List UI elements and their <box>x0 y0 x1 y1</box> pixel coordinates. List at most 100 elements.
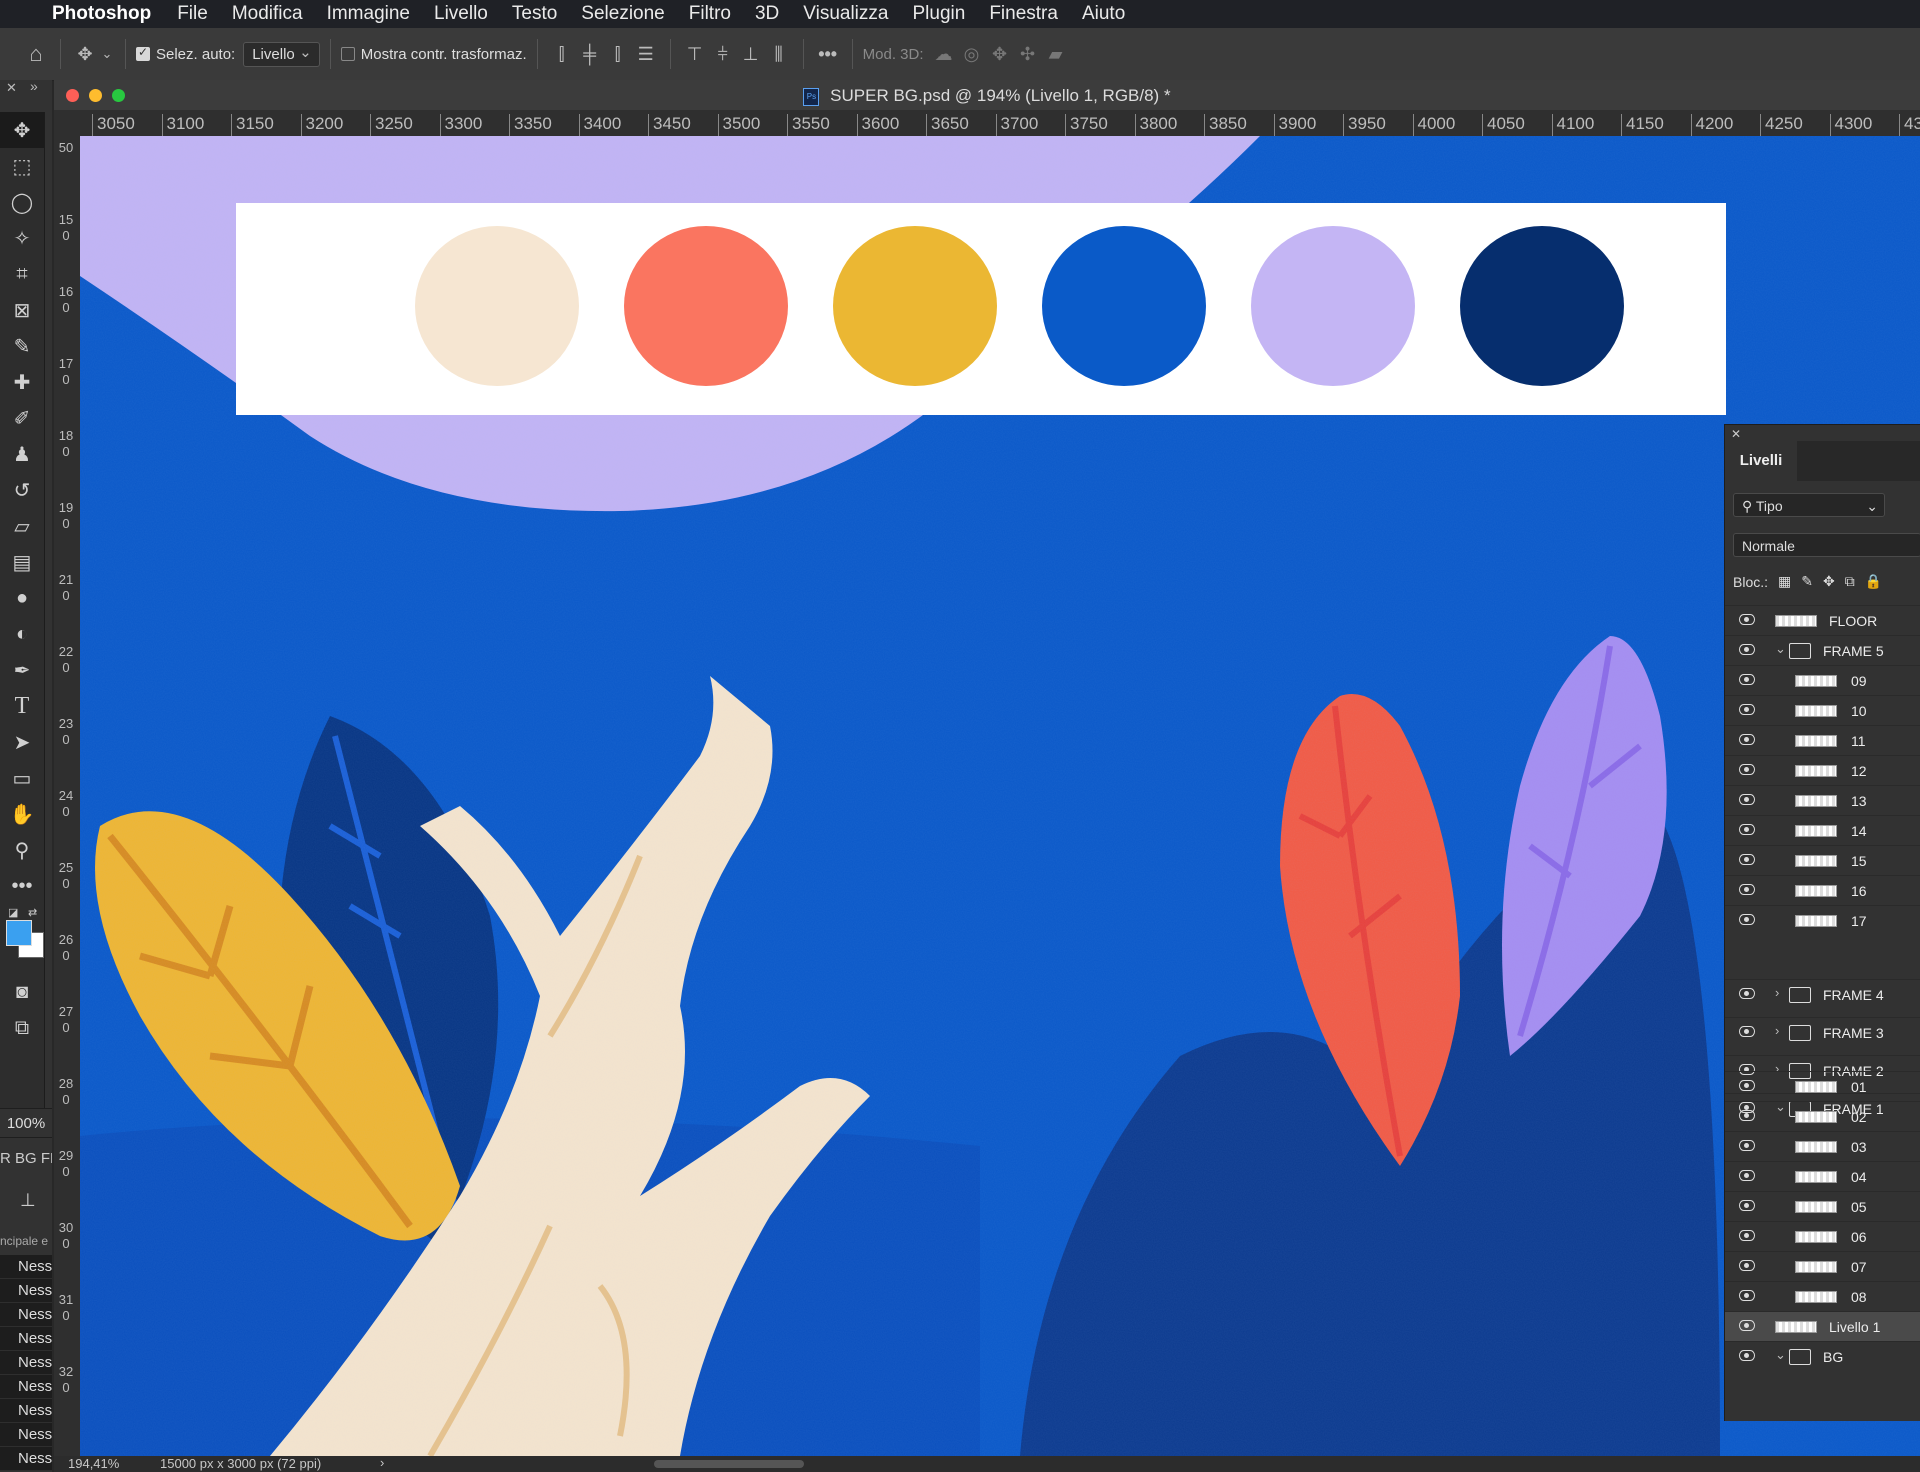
menu-livello[interactable]: Livello <box>434 3 488 25</box>
visibility-eye-icon[interactable] <box>1739 794 1755 805</box>
move-tool-icon[interactable]: ✥ <box>71 40 99 68</box>
layer-row[interactable]: 17 <box>1725 905 1920 936</box>
visibility-eye-icon[interactable] <box>1739 824 1755 835</box>
visibility-eye-icon[interactable] <box>1739 1140 1755 1151</box>
visibility-eye-icon[interactable] <box>1739 734 1755 745</box>
visibility-eye-icon[interactable] <box>1739 674 1755 685</box>
screen-mode-icon[interactable]: ⧉ <box>0 1010 44 1046</box>
roll-3d-icon[interactable]: ◎ <box>958 40 986 68</box>
visibility-eye-icon[interactable] <box>1739 1200 1755 1211</box>
eraser-tool-icon[interactable]: ▱ <box>0 508 44 544</box>
layer-row[interactable]: 14 <box>1725 815 1920 846</box>
move-tool-icon[interactable]: ✥ <box>0 112 44 148</box>
visibility-eye-icon[interactable] <box>1739 1026 1755 1037</box>
history-item[interactable]: Nessu <box>0 1279 52 1303</box>
distribute-horizontal-icon[interactable]: ⫼ <box>765 40 793 68</box>
lock-transparency-icon[interactable]: ▦ <box>1778 573 1791 590</box>
app-name-menu[interactable]: Photoshop <box>52 3 151 25</box>
auto-select-dropdown[interactable]: Livello <box>243 41 320 67</box>
type-tool-icon[interactable]: T <box>0 688 44 724</box>
align-right-icon[interactable]: ⫿ <box>604 40 632 68</box>
pan-3d-icon[interactable]: ✥ <box>986 40 1014 68</box>
layer-row[interactable]: 03 <box>1725 1131 1920 1162</box>
visibility-eye-icon[interactable] <box>1739 1290 1755 1301</box>
visibility-eye-icon[interactable] <box>1739 764 1755 775</box>
more-options-button[interactable]: ••• <box>814 40 842 68</box>
align-bottom-icon[interactable]: ⊥ <box>737 40 765 68</box>
slide-3d-icon[interactable]: ✣ <box>1014 40 1042 68</box>
dodge-tool-icon[interactable]: ◐ <box>0 616 44 652</box>
layer-row[interactable]: ⌄ FRAME 5 <box>1725 635 1920 666</box>
history-brush-tool-icon[interactable]: ↺ <box>0 472 44 508</box>
lock-artboard-icon[interactable]: ⧉ <box>1845 573 1855 590</box>
default-colors-icon[interactable]: ◪ <box>8 906 18 919</box>
orbit-3d-icon[interactable]: ☁ <box>930 40 958 68</box>
align-left-icon[interactable]: ⫿ <box>548 40 576 68</box>
layer-filter-dropdown[interactable]: ⚲ Tipo ⌄ <box>1733 493 1885 517</box>
history-item[interactable]: Nessu <box>0 1375 52 1399</box>
visibility-eye-icon[interactable] <box>1739 1260 1755 1271</box>
chevron-down-icon[interactable]: ⌄ <box>99 40 115 68</box>
chevron-right-icon[interactable]: › <box>1775 1023 1779 1038</box>
visibility-eye-icon[interactable] <box>1739 1350 1755 1361</box>
layer-row[interactable]: › FRAME 3 <box>1725 1017 1920 1048</box>
quick-mask-icon[interactable]: ◙ <box>0 974 44 1010</box>
layer-row[interactable]: 12 <box>1725 755 1920 786</box>
stamp-tool-icon[interactable]: ♟ <box>0 436 44 472</box>
visibility-eye-icon[interactable] <box>1739 1110 1755 1121</box>
history-item[interactable]: Nessu <box>0 1303 52 1327</box>
chevron-down-icon[interactable]: ⌄ <box>1775 1347 1786 1363</box>
vertical-ruler[interactable]: 50 150 160 170 180 190 210 220 230 240 250 260 270 28… <box>54 136 81 1456</box>
layer-row[interactable]: 11 <box>1725 725 1920 756</box>
layer-row[interactable]: Livello 1 <box>1725 1311 1920 1342</box>
history-item[interactable]: Nessu <box>0 1447 52 1471</box>
frame-tool-icon[interactable]: ⊠ <box>0 292 44 328</box>
lasso-tool-icon[interactable]: ◯ <box>0 184 44 220</box>
document-tab[interactable]: Ps SUPER BG.psd @ 194% (Livello 1, RGB/8… <box>54 80 1920 111</box>
close-icon[interactable]: ✕ <box>1731 427 1741 441</box>
layer-row[interactable]: 15 <box>1725 845 1920 876</box>
menu-immagine[interactable]: Immagine <box>327 3 410 25</box>
history-item[interactable]: Nessu <box>0 1423 52 1447</box>
pen-tool-icon[interactable]: ✒ <box>0 652 44 688</box>
menu-selezione[interactable]: Selezione <box>581 3 664 25</box>
lock-pixels-icon[interactable]: ✎ <box>1801 573 1813 590</box>
home-icon[interactable]: ⌂ <box>22 40 50 68</box>
layer-row[interactable]: 08 <box>1725 1281 1920 1312</box>
menu-plugin[interactable]: Plugin <box>912 3 965 25</box>
video-camera-icon[interactable]: ▰ <box>1042 40 1070 68</box>
layer-row[interactable]: 10 <box>1725 695 1920 726</box>
zoom-tool-icon[interactable]: ⚲ <box>0 832 44 868</box>
rectangle-tool-icon[interactable]: ▭ <box>0 760 44 796</box>
visibility-eye-icon[interactable] <box>1739 614 1755 625</box>
expand-icon[interactable]: » <box>30 78 38 94</box>
document-canvas[interactable] <box>80 136 1920 1456</box>
layer-row[interactable]: 07 <box>1725 1251 1920 1282</box>
layer-row[interactable]: 05 <box>1725 1191 1920 1222</box>
history-item[interactable]: Nessu <box>0 1255 52 1279</box>
layer-row[interactable]: 13 <box>1725 785 1920 816</box>
layer-row[interactable]: 16 <box>1725 875 1920 906</box>
horizontal-scrollbar[interactable] <box>654 1460 804 1468</box>
visibility-eye-icon[interactable] <box>1739 1230 1755 1241</box>
healing-brush-tool-icon[interactable]: ✚ <box>0 364 44 400</box>
lock-position-icon[interactable]: ✥ <box>1823 573 1835 590</box>
align-vcenter-icon[interactable]: ⫩ <box>709 40 737 68</box>
layer-row[interactable]: 09 <box>1725 665 1920 696</box>
layer-row[interactable]: 04 <box>1725 1161 1920 1192</box>
foreground-color-swatch[interactable] <box>6 920 32 946</box>
stamp-icon[interactable]: ⊥ <box>20 1190 36 1211</box>
status-zoom[interactable]: 194,41% <box>68 1456 119 1471</box>
tab-livelli[interactable]: Livelli <box>1725 441 1797 481</box>
horizontal-ruler[interactable]: 3050 3100 3150 3200 3250 3300 3350 3400 3450 3500… <box>54 110 1920 137</box>
layer-row[interactable]: › FRAME 4 <box>1725 979 1920 1010</box>
distribute-vertical-icon[interactable]: ☰ <box>632 40 660 68</box>
visibility-eye-icon[interactable] <box>1739 988 1755 999</box>
menu-visualizza[interactable]: Visualizza <box>803 3 888 25</box>
navigator-zoom[interactable]: 100% <box>0 1108 52 1138</box>
visibility-eye-icon[interactable] <box>1739 1170 1755 1181</box>
visibility-eye-icon[interactable] <box>1739 644 1755 655</box>
visibility-eye-icon[interactable] <box>1739 854 1755 865</box>
visibility-eye-icon[interactable] <box>1739 1080 1755 1091</box>
magic-wand-tool-icon[interactable]: ✧ <box>0 220 44 256</box>
